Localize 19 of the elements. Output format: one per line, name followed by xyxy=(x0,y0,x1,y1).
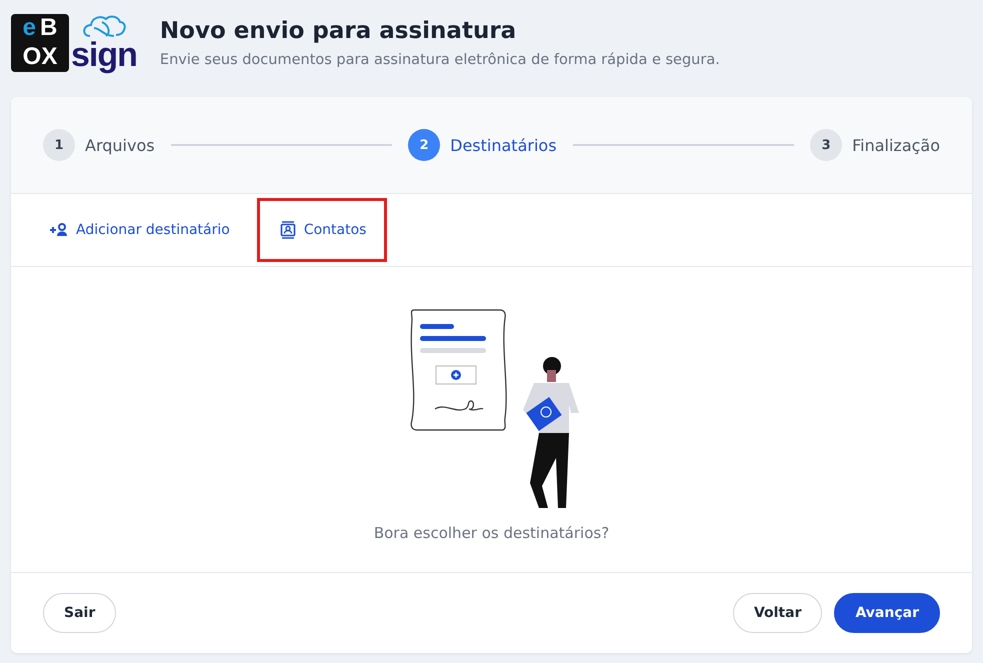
add-recipient-button[interactable]: Adicionar destinatário xyxy=(35,198,251,262)
secondary-button[interactable]: Sair xyxy=(43,593,116,633)
step-label[interactable]: Finalização xyxy=(852,136,940,154)
page-title: Novo envio para assinatura xyxy=(160,18,518,44)
cloud-icon xyxy=(82,14,126,38)
empty-state-message: Bora escolher os destinatários? xyxy=(374,524,610,542)
step-label[interactable]: Destinatários xyxy=(450,136,557,154)
logo-wordmark: sign xyxy=(71,38,137,72)
next-button[interactable]: Avançar xyxy=(834,593,940,633)
page-subtitle: Envie seus documentos para assinatura eletrônica de forma rápida e segura. xyxy=(160,52,720,68)
logo-mark: e B OX xyxy=(11,14,69,72)
contact-card-icon xyxy=(280,221,296,239)
secondary-button[interactable]: Voltar xyxy=(732,593,822,633)
step-number[interactable]: 3 xyxy=(810,129,842,161)
contacts-button[interactable]: Contatos xyxy=(256,198,388,262)
step-number[interactable]: 2 xyxy=(408,129,440,161)
add-person-icon xyxy=(50,223,68,237)
step-number[interactable]: 1 xyxy=(43,129,75,161)
step-label[interactable]: Arquivos xyxy=(85,136,155,154)
